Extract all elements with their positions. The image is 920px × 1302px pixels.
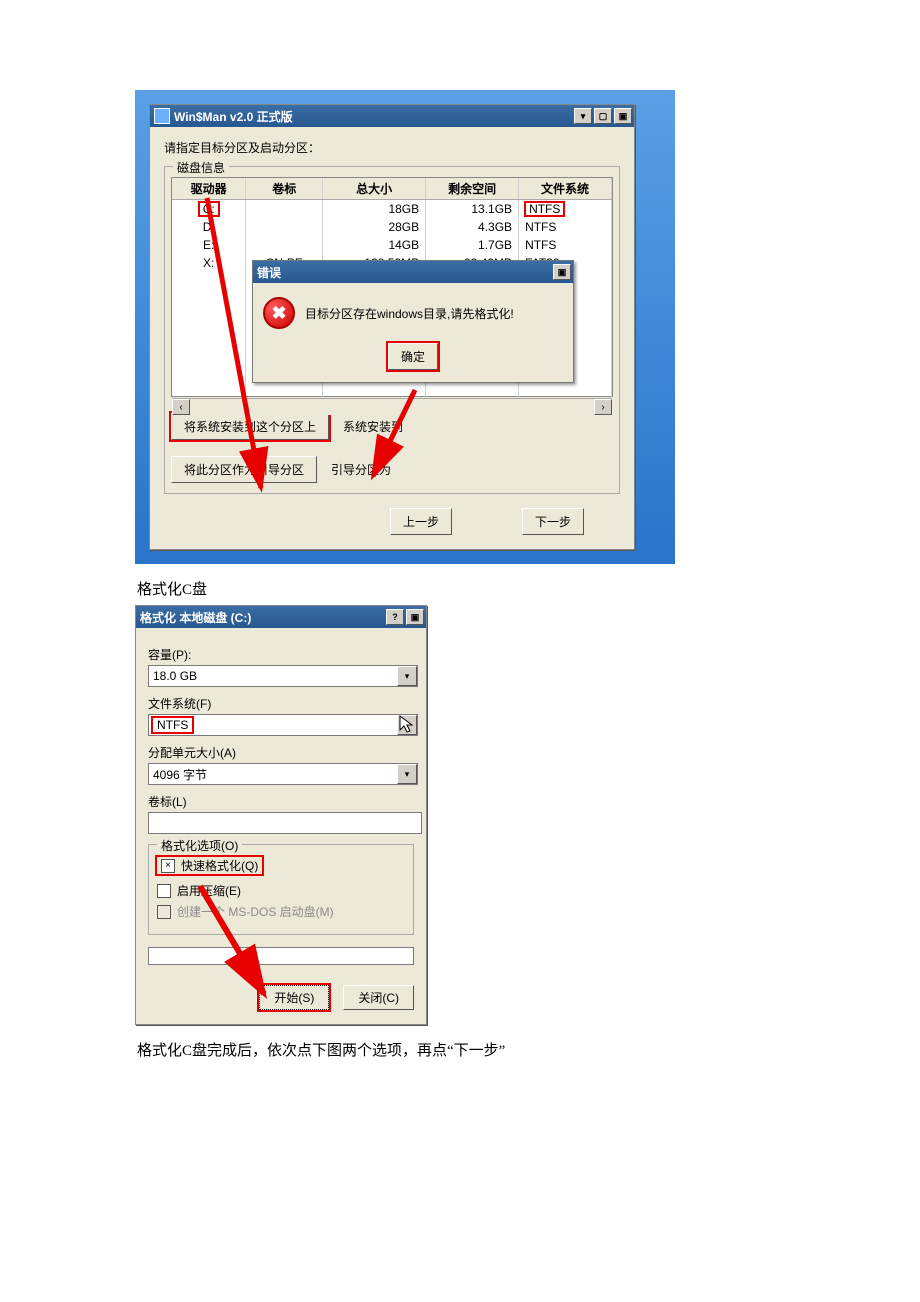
disk-table-wrap: 驱动器 卷标 总大小 剩余空间 文件系统 C: bbox=[171, 177, 613, 397]
caption-after-format: 格式化C盘完成后，依次点下图两个选项，再点“下一步” bbox=[137, 1039, 785, 1060]
next-button[interactable]: 下一步 bbox=[522, 508, 584, 535]
checkbox-icon bbox=[157, 905, 171, 919]
col-total[interactable]: 总大小 bbox=[323, 178, 426, 200]
error-title: 错误 bbox=[257, 264, 281, 281]
window-title: Win$Man v2.0 正式版 bbox=[174, 108, 293, 125]
minimize-icon[interactable]: ▾ bbox=[574, 108, 592, 124]
format-options-group: 格式化选项(O) × 快速格式化(Q) 启用压缩(E) 创建一个 MS-DOS … bbox=[148, 844, 414, 935]
format-close-icon[interactable]: ▣ bbox=[406, 609, 424, 625]
install-partition-button[interactable]: 将系统安装到这个分区上 bbox=[171, 413, 329, 440]
winsman-window: Win$Man v2.0 正式版 ▾ ▢ ▣ 请指定目标分区及启动分区： 磁盘信… bbox=[149, 104, 635, 550]
col-fs[interactable]: 文件系统 bbox=[519, 178, 612, 200]
format-title: 格式化 本地磁盘 (C:) bbox=[140, 609, 251, 626]
scroll-left-icon[interactable]: ‹ bbox=[172, 399, 190, 415]
capacity-value: 18.0 GB bbox=[153, 669, 197, 683]
alloc-label: 分配单元大小(A) bbox=[148, 744, 414, 761]
error-dialog: 错误 ▣ ✖ 目标分区存在windows目录,请先格式化! 确定 bbox=[252, 260, 574, 383]
start-button[interactable]: 开始(S) bbox=[259, 985, 329, 1010]
close-button[interactable]: 关闭(C) bbox=[343, 985, 414, 1010]
error-icon: ✖ bbox=[263, 297, 295, 329]
error-titlebar: 错误 ▣ bbox=[253, 261, 573, 283]
install-label: 系统安装到 bbox=[343, 418, 403, 435]
quick-format-checkbox[interactable]: × 快速格式化(Q) bbox=[157, 857, 262, 874]
format-dialog: 格式化 本地磁盘 (C:) ? ▣ 容量(P): 18.0 GB ▾ 文件系统(… bbox=[135, 605, 427, 1025]
col-free[interactable]: 剩余空间 bbox=[426, 178, 519, 200]
disk-info-legend: 磁盘信息 bbox=[173, 159, 229, 176]
format-help-icon[interactable]: ? bbox=[386, 609, 404, 625]
chevron-down-icon[interactable]: ▾ bbox=[397, 764, 417, 784]
format-options-legend: 格式化选项(O) bbox=[157, 837, 242, 854]
msdos-checkbox: 创建一个 MS-DOS 启动盘(M) bbox=[157, 903, 405, 920]
boot-partition-button[interactable]: 将此分区作为引导分区 bbox=[171, 456, 317, 483]
fs-label: 文件系统(F) bbox=[148, 695, 414, 712]
prev-button[interactable]: 上一步 bbox=[390, 508, 452, 535]
compress-checkbox[interactable]: 启用压缩(E) bbox=[157, 882, 405, 899]
checkbox-icon: × bbox=[161, 859, 175, 873]
scroll-right-icon[interactable]: › bbox=[594, 399, 612, 415]
drive-c: C: bbox=[199, 202, 219, 216]
fs-c: NTFS bbox=[525, 202, 564, 216]
winsman-titlebar: Win$Man v2.0 正式版 ▾ ▢ ▣ bbox=[150, 105, 634, 127]
table-row[interactable]: E: 14GB 1.7GB NTFS bbox=[172, 236, 612, 254]
compress-label: 启用压缩(E) bbox=[177, 882, 241, 899]
boot-label: 引导分区为 bbox=[331, 461, 391, 478]
fs-value: NTFS bbox=[153, 718, 192, 732]
table-row[interactable]: C: 18GB 13.1GB NTFS bbox=[172, 200, 612, 219]
partition-prompt: 请指定目标分区及启动分区： bbox=[164, 139, 620, 156]
capacity-label: 容量(P): bbox=[148, 646, 414, 663]
col-drive[interactable]: 驱动器 bbox=[172, 178, 246, 200]
alloc-value: 4096 字节 bbox=[153, 766, 207, 783]
vol-input[interactable] bbox=[148, 812, 422, 834]
format-titlebar: 格式化 本地磁盘 (C:) ? ▣ bbox=[136, 606, 426, 628]
col-label[interactable]: 卷标 bbox=[246, 178, 323, 200]
checkbox-icon bbox=[157, 884, 171, 898]
chevron-down-icon[interactable]: ▾ bbox=[397, 666, 417, 686]
chevron-down-icon[interactable]: ▾ bbox=[397, 715, 417, 735]
msdos-label: 创建一个 MS-DOS 启动盘(M) bbox=[177, 903, 334, 920]
fs-select[interactable]: NTFS ▾ bbox=[148, 714, 418, 736]
caption-format-c: 格式化C盘 bbox=[137, 578, 785, 599]
app-icon bbox=[154, 108, 170, 124]
winsman-screenshot: Win$Man v2.0 正式版 ▾ ▢ ▣ 请指定目标分区及启动分区： 磁盘信… bbox=[135, 90, 675, 564]
disk-info-group: 磁盘信息 驱动器 卷标 总大小 剩余空间 文件系统 bbox=[164, 166, 620, 494]
quick-format-label: 快速格式化(Q) bbox=[181, 857, 258, 874]
vol-label: 卷标(L) bbox=[148, 793, 414, 810]
table-row[interactable]: D: 28GB 4.3GB NTFS bbox=[172, 218, 612, 236]
alloc-select[interactable]: 4096 字节 ▾ bbox=[148, 763, 418, 785]
error-close-icon[interactable]: ▣ bbox=[553, 264, 571, 280]
error-message: 目标分区存在windows目录,请先格式化! bbox=[305, 305, 514, 322]
capacity-select[interactable]: 18.0 GB ▾ bbox=[148, 665, 418, 687]
close-icon[interactable]: ▣ bbox=[614, 108, 632, 124]
error-ok-button[interactable]: 确定 bbox=[388, 343, 438, 370]
progress-bar bbox=[148, 947, 414, 965]
h-scrollbar[interactable]: ‹ › bbox=[172, 398, 612, 415]
maximize-icon[interactable]: ▢ bbox=[594, 108, 612, 124]
table-header-row: 驱动器 卷标 总大小 剩余空间 文件系统 bbox=[172, 178, 612, 200]
